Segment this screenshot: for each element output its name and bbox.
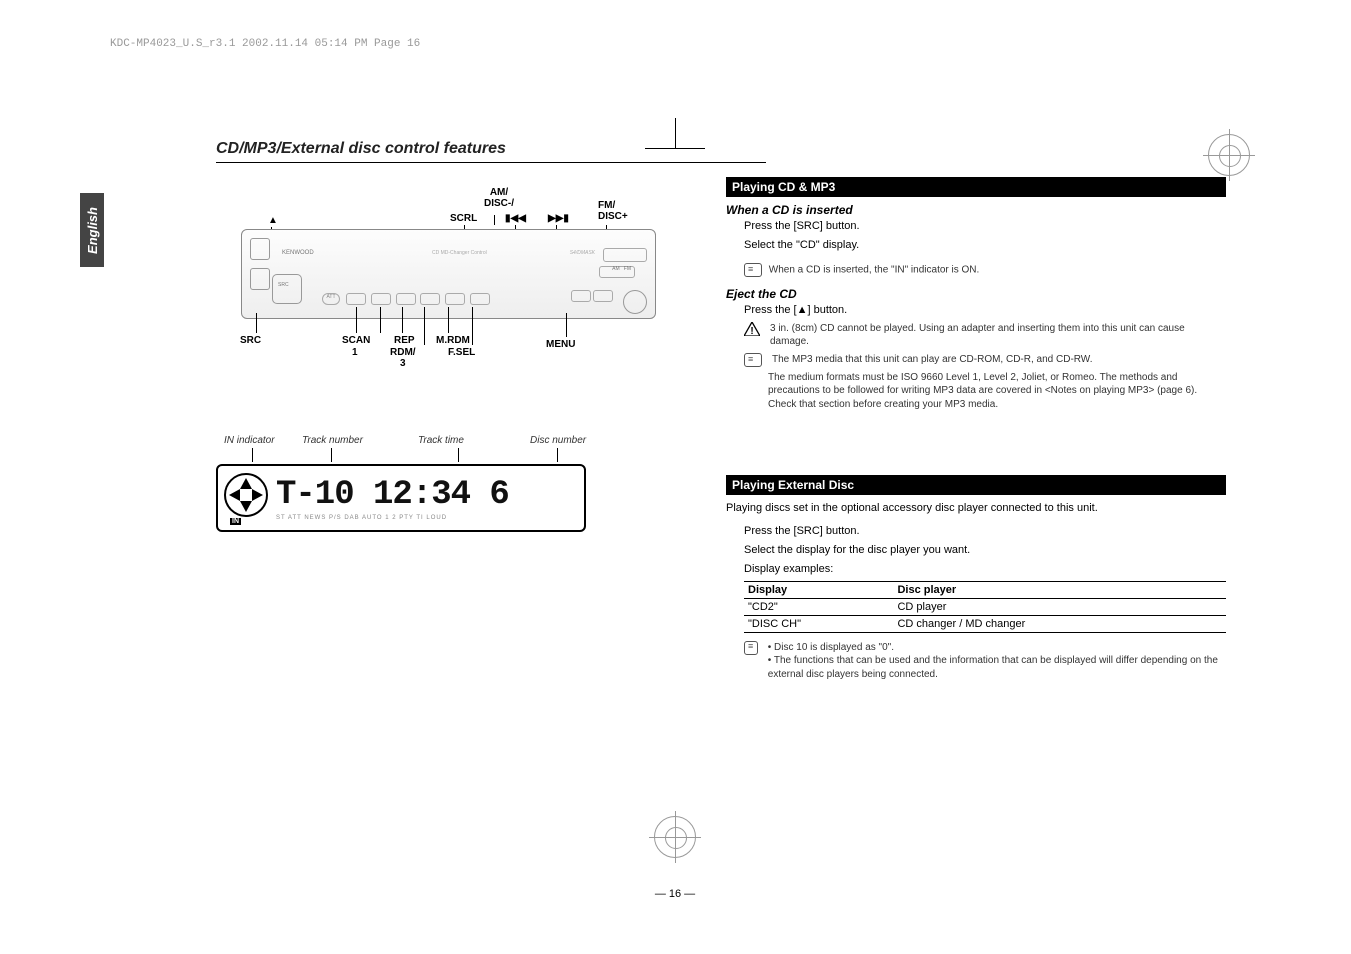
faceplate-diagram: ▲ AM/ DISC-/ SCRL ▮◀◀ ▶▶▮ FM/ DISC+	[216, 187, 696, 387]
note-disc10: • Disc 10 is displayed as "0".	[768, 641, 1226, 655]
note-functions: • The functions that can be used and the…	[768, 654, 1226, 681]
table-row: "DISC CH" CD changer / MD changer	[744, 615, 1226, 632]
note-icon	[744, 641, 758, 655]
note-disc10-block: • Disc 10 is displayed as "0". • The fun…	[744, 641, 1226, 682]
label-src: SRC	[240, 335, 261, 346]
label-ffw: ▶▶▮	[548, 213, 569, 224]
note-in-indicator: When a CD is inserted, the "IN" indicato…	[744, 263, 1226, 277]
label-scan-1: 1	[352, 347, 358, 358]
print-header: KDC-MP4023_U.S_r3.1 2002.11.14 05:14 PM …	[110, 38, 1240, 50]
text-press-eject: Press the [▲] button.	[744, 303, 1226, 318]
lcd-dial-icon	[224, 473, 268, 517]
display-examples-table: Display Disc player "CD2" CD player "DIS…	[744, 581, 1226, 633]
label-rew: ▮◀◀	[505, 213, 526, 224]
warning-icon: !	[744, 322, 760, 334]
note-icon	[744, 263, 762, 277]
heading-playing-cd: Playing CD & MP3	[726, 177, 1226, 197]
text-select-cd: Select the "CD" display.	[744, 238, 1226, 253]
label-eject: ▲	[268, 215, 278, 226]
page-title: CD/MP3/External disc control features	[216, 140, 1240, 158]
subheading-when-cd: When a CD is inserted	[726, 203, 1226, 217]
label-menu: MENU	[546, 339, 575, 350]
lcd-panel: IN T-10 12:34 6 ST ATT NEWS P/S DAB AUTO…	[216, 464, 586, 532]
label-fsel: F.SEL	[448, 347, 475, 358]
language-tab: English	[80, 193, 104, 267]
text-ext-intro: Playing discs set in the optional access…	[726, 501, 1226, 516]
text-ext-select: Select the display for the disc player y…	[744, 543, 1226, 558]
title-rule	[216, 162, 766, 163]
heading-external-disc: Playing External Disc	[726, 475, 1226, 495]
label-scrl: SCRL	[450, 213, 477, 224]
label-fm-disc-plus: FM/ DISC+	[598, 200, 628, 222]
label-mrdm: M.RDM	[436, 335, 470, 346]
table-header-display: Display	[744, 581, 893, 598]
lcd-diagram: IN indicator Track number Track time Dis…	[216, 435, 696, 532]
subheading-eject: Eject the CD	[726, 287, 1226, 301]
label-rdm-3: RDM/ 3	[390, 347, 416, 369]
text-display-examples: Display examples:	[744, 562, 1226, 577]
note-mp3-media: The MP3 media that this unit can play ar…	[744, 353, 1226, 367]
register-mark-top	[1208, 134, 1250, 176]
lcd-status-row: ST ATT NEWS P/S DAB AUTO 1 2 PTY TI LOUD	[276, 515, 578, 521]
label-track-time: Track time	[418, 435, 530, 446]
lcd-in-indicator: IN	[230, 518, 241, 525]
faceplate-image: KENWOOD CD MD-Changer Control S4/DMASK A…	[241, 229, 656, 319]
table-row: "CD2" CD player	[744, 598, 1226, 615]
crop-mark-v	[675, 118, 676, 148]
label-in-indicator: IN indicator	[216, 435, 302, 446]
text-ext-press-src: Press the [SRC] button.	[744, 524, 1226, 539]
page-number: — 16 —	[655, 888, 695, 900]
table-header-disc-player: Disc player	[893, 581, 1226, 598]
warning-3in-cd: ! 3 in. (8cm) CD cannot be played. Using…	[744, 322, 1226, 349]
register-mark-bottom	[654, 816, 696, 858]
label-track-number: Track number	[302, 435, 418, 446]
label-disc-number: Disc number	[530, 435, 600, 446]
label-am-disc-minus: AM/ DISC-/	[484, 187, 514, 209]
svg-text:!: !	[750, 326, 753, 336]
note-icon	[744, 353, 762, 367]
label-scan: SCAN	[342, 335, 370, 346]
label-rep: REP	[394, 335, 415, 346]
note-mp3-formats: The medium formats must be ISO 9660 Leve…	[768, 371, 1226, 412]
crop-mark-h	[645, 148, 705, 149]
lcd-main-text: T-10 12:34 6	[276, 476, 578, 514]
text-press-src: Press the [SRC] button.	[744, 219, 1226, 234]
